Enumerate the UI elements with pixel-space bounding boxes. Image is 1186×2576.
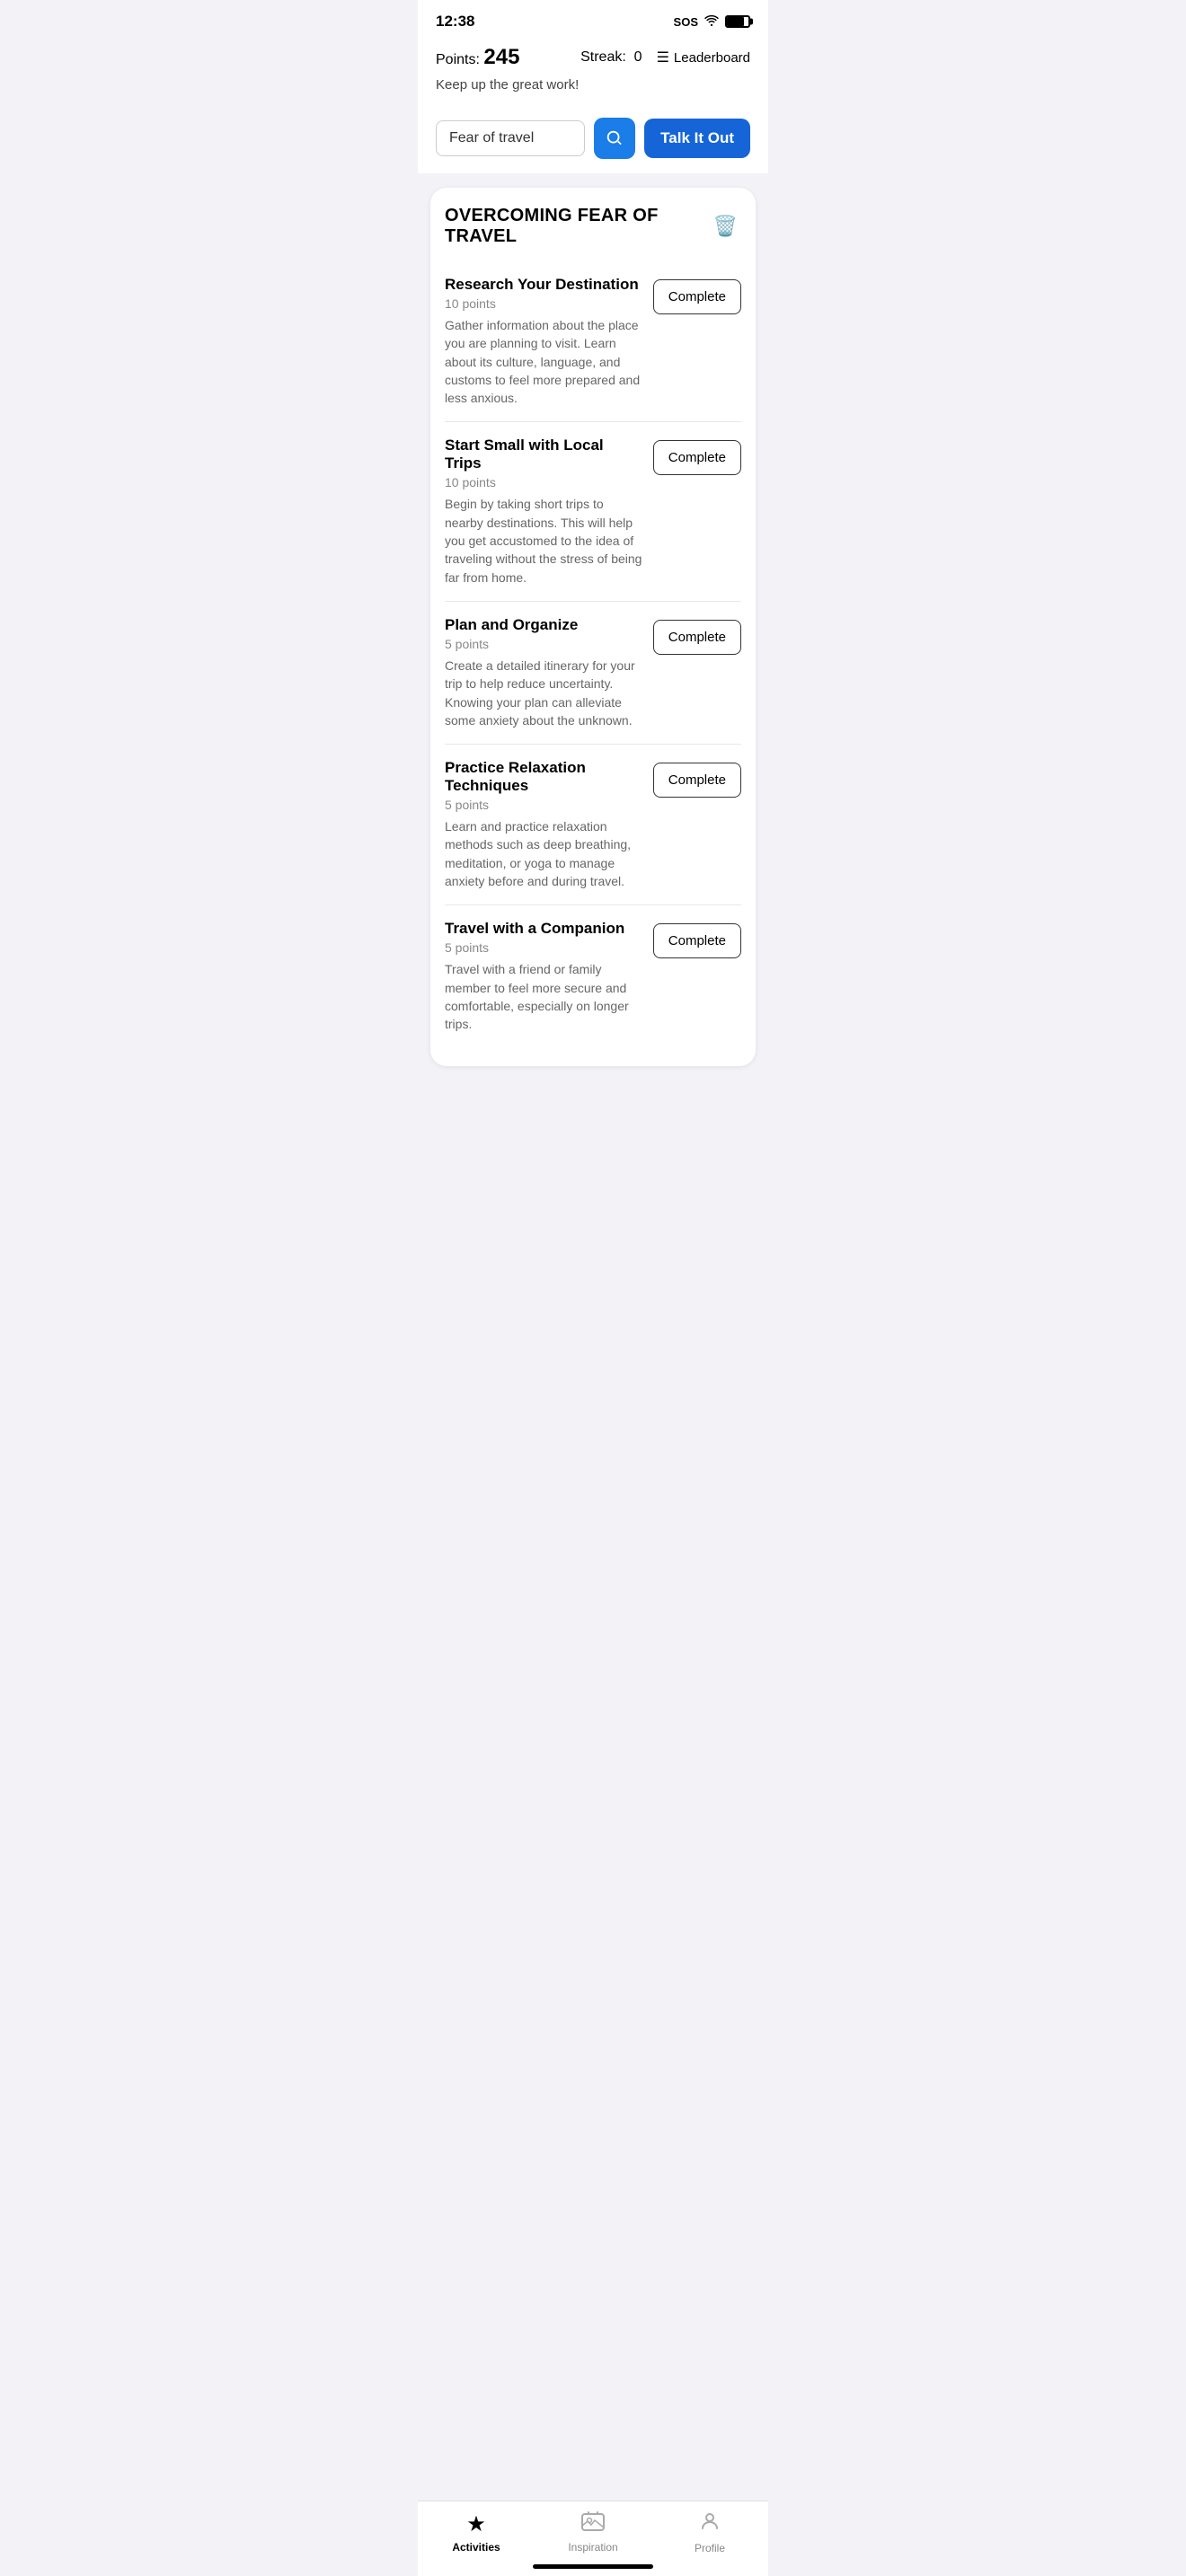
activity-points: 10 points bbox=[445, 475, 642, 490]
battery-icon bbox=[725, 15, 750, 28]
activities-list: Research Your Destination 10 points Gath… bbox=[445, 261, 741, 1048]
complete-button[interactable]: Complete bbox=[653, 279, 741, 314]
activity-title: Plan and Organize bbox=[445, 616, 642, 634]
activity-title: Travel with a Companion bbox=[445, 920, 642, 938]
points-section: Points: 245 bbox=[436, 45, 519, 70]
activity-card: OVERCOMING FEAR OF TRAVEL 🗑️ Research Yo… bbox=[430, 188, 756, 1066]
talk-it-out-button[interactable]: Talk It Out bbox=[644, 119, 750, 158]
complete-button[interactable]: Complete bbox=[653, 923, 741, 958]
activity-item: Practice Relaxation Techniques 5 points … bbox=[445, 744, 741, 904]
search-icon bbox=[605, 128, 624, 148]
activity-content: Practice Relaxation Techniques 5 points … bbox=[445, 759, 642, 890]
nav-activities[interactable]: ★ Activities bbox=[418, 2511, 535, 2554]
activity-description: Travel with a friend or family member to… bbox=[445, 960, 642, 1033]
trash-icon: 🗑️ bbox=[713, 215, 738, 237]
streak-text: Streak: 0 bbox=[580, 49, 642, 66]
activity-item: Research Your Destination 10 points Gath… bbox=[445, 261, 741, 421]
activity-points: 5 points bbox=[445, 940, 642, 955]
person-icon bbox=[699, 2510, 721, 2538]
home-indicator bbox=[533, 2564, 653, 2569]
leaderboard-icon: ☰ bbox=[657, 49, 669, 66]
activity-content: Research Your Destination 10 points Gath… bbox=[445, 276, 642, 407]
points-label: Points: bbox=[436, 52, 480, 67]
activity-points: 5 points bbox=[445, 798, 642, 812]
search-button[interactable] bbox=[594, 118, 635, 159]
nav-inspiration-label: Inspiration bbox=[568, 2541, 617, 2554]
complete-button[interactable]: Complete bbox=[653, 763, 741, 798]
activity-content: Plan and Organize 5 points Create a deta… bbox=[445, 616, 642, 729]
status-icons: SOS bbox=[674, 14, 750, 30]
card-header: OVERCOMING FEAR OF TRAVEL 🗑️ bbox=[445, 206, 741, 247]
points-value: 245 bbox=[483, 45, 519, 69]
nav-profile-label: Profile bbox=[695, 2542, 725, 2554]
leaderboard-label: Leaderboard bbox=[674, 50, 750, 66]
activity-item: Travel with a Companion 5 points Travel … bbox=[445, 904, 741, 1047]
activity-title: Practice Relaxation Techniques bbox=[445, 759, 642, 795]
activity-title: Research Your Destination bbox=[445, 276, 642, 294]
activity-points: 10 points bbox=[445, 296, 642, 311]
card-title: OVERCOMING FEAR OF TRAVEL bbox=[445, 206, 710, 247]
complete-button[interactable]: Complete bbox=[653, 440, 741, 475]
activity-title: Start Small with Local Trips bbox=[445, 437, 642, 472]
activity-item: Plan and Organize 5 points Create a deta… bbox=[445, 601, 741, 744]
streak-leaderboard-section: Streak: 0 ☰ Leaderboard bbox=[580, 49, 750, 66]
nav-profile[interactable]: Profile bbox=[651, 2510, 768, 2554]
status-bar: 12:38 SOS bbox=[418, 0, 768, 38]
complete-button[interactable]: Complete bbox=[653, 620, 741, 655]
motivation-text: Keep up the great work! bbox=[436, 77, 750, 93]
star-icon: ★ bbox=[466, 2511, 486, 2537]
nav-activities-label: Activities bbox=[452, 2541, 500, 2554]
activity-description: Learn and practice relaxation methods su… bbox=[445, 817, 642, 890]
photo-icon bbox=[581, 2511, 605, 2537]
status-time: 12:38 bbox=[436, 13, 474, 31]
search-row: Talk It Out bbox=[418, 118, 768, 173]
header: Points: 245 Streak: 0 ☰ Leaderboard Keep… bbox=[418, 38, 768, 118]
activity-description: Create a detailed itinerary for your tri… bbox=[445, 657, 642, 729]
activity-description: Gather information about the place you a… bbox=[445, 316, 642, 407]
activity-description: Begin by taking short trips to nearby de… bbox=[445, 495, 642, 586]
search-input-wrapper[interactable] bbox=[436, 120, 585, 156]
activity-points: 5 points bbox=[445, 637, 642, 651]
activity-item: Start Small with Local Trips 10 points B… bbox=[445, 421, 741, 600]
delete-button[interactable]: 🗑️ bbox=[710, 211, 741, 242]
wifi-icon bbox=[704, 14, 720, 30]
activity-content: Travel with a Companion 5 points Travel … bbox=[445, 920, 642, 1033]
points-streak-row: Points: 245 Streak: 0 ☰ Leaderboard bbox=[436, 45, 750, 70]
nav-inspiration[interactable]: Inspiration bbox=[535, 2511, 651, 2554]
leaderboard-button[interactable]: ☰ Leaderboard bbox=[657, 49, 750, 66]
sos-label: SOS bbox=[674, 15, 698, 29]
search-input[interactable] bbox=[449, 130, 571, 146]
activity-content: Start Small with Local Trips 10 points B… bbox=[445, 437, 642, 586]
